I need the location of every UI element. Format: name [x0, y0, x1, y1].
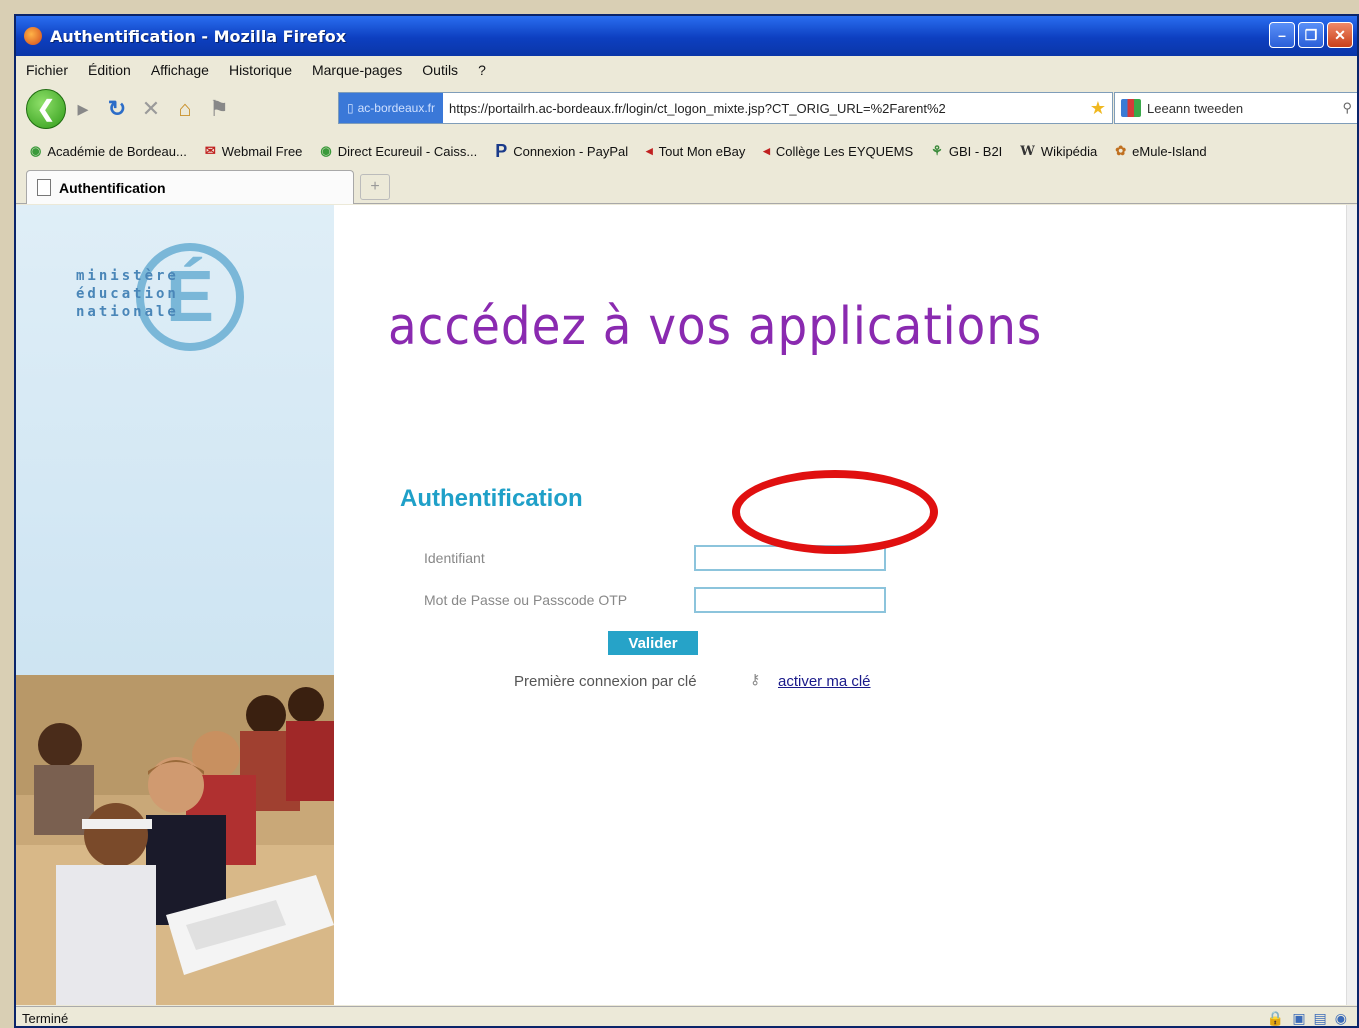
- document-icon: [37, 179, 51, 196]
- site-icon: ⚘: [931, 143, 943, 158]
- addon-icon[interactable]: ▣: [1292, 1010, 1305, 1026]
- tab-authentification[interactable]: Authentification: [26, 170, 354, 204]
- page-heading: accédez à vos applications: [388, 297, 1043, 357]
- bookmark-label: Direct Ecureuil - Caiss...: [337, 143, 478, 159]
- auth-section-title: Authentification: [400, 485, 583, 512]
- page-icon: ▯: [347, 101, 354, 115]
- first-connection-label: Première connexion par clé: [514, 673, 697, 690]
- site-icon: ◉: [30, 143, 42, 158]
- maximize-button[interactable]: ❐: [1298, 22, 1324, 48]
- bookmarks-toolbar: ◉ Académie de Bordeau... ✉ Webmail Free ◉ D…: [16, 136, 1357, 166]
- menu-historique[interactable]: Historique: [229, 62, 292, 78]
- red-highlight-circle: [732, 470, 938, 554]
- search-icon[interactable]: ⚲: [1342, 100, 1352, 116]
- ministry-logo-text: ministère éducation nationale: [76, 268, 179, 320]
- search-text[interactable]: Leeann tweeden: [1147, 101, 1243, 116]
- bookmark-item[interactable]: ✉ Webmail Free: [205, 143, 303, 159]
- login-form: Identifiant Mot de Passe ou Passcode OTP…: [396, 525, 916, 745]
- bookmark-label: Collège Les EYQUEMS: [775, 143, 914, 159]
- bookmark-item[interactable]: P Connexion - PayPal: [495, 141, 628, 162]
- site-identity-badge[interactable]: ▯ ac-bordeaux.fr: [339, 93, 443, 123]
- close-button[interactable]: ✕: [1327, 22, 1353, 48]
- emule-icon: ✿: [1115, 143, 1127, 158]
- bookmark-label: Académie de Bordeau...: [47, 143, 187, 159]
- home-icon[interactable]: ⌂: [168, 92, 202, 126]
- bookmark-item[interactable]: ◉ Direct Ecureuil - Caiss...: [320, 143, 477, 159]
- menu-bar: Fichier Édition Affichage Historique Mar…: [16, 56, 1357, 84]
- bookmark-label: eMule-Island: [1132, 143, 1207, 159]
- activate-key-link[interactable]: activer ma clé: [778, 673, 871, 690]
- minimize-button[interactable]: –: [1269, 22, 1295, 48]
- password-label: Mot de Passe ou Passcode OTP: [424, 592, 628, 608]
- star-icon[interactable]: ★: [1084, 98, 1112, 119]
- monitor-icon[interactable]: ▤: [1314, 1010, 1327, 1026]
- navigation-toolbar: ❮ ▸ ↻ ✕ ⌂ ⚑ ▯ ac-bordeaux.fr https://por…: [16, 86, 1357, 132]
- firefox-icon: [24, 27, 42, 45]
- lock-icon[interactable]: 🔒: [1267, 1010, 1284, 1026]
- status-text: Terminé: [22, 1011, 69, 1026]
- bookmark-item[interactable]: ⚘ GBI - B2I: [931, 143, 1002, 159]
- reload-icon[interactable]: ↻: [100, 92, 134, 126]
- left-panel: É ministère éducation nationale: [16, 205, 334, 1005]
- menu-fichier[interactable]: Fichier: [26, 62, 68, 78]
- vertical-scrollbar[interactable]: [1346, 205, 1357, 1005]
- stop-icon[interactable]: ✕: [134, 92, 168, 126]
- back-button[interactable]: ❮: [26, 89, 66, 129]
- title-bar: Authentification - Mozilla Firefox – ❐ ✕: [16, 16, 1357, 56]
- menu-help[interactable]: ?: [478, 62, 486, 78]
- forward-button[interactable]: ▸: [66, 92, 100, 126]
- site-badge-label: ac-bordeaux.fr: [357, 101, 435, 115]
- new-tab-button[interactable]: +: [360, 174, 390, 200]
- tab-label: Authentification: [59, 179, 166, 196]
- status-bar: Terminé 🔒 ▣ ▤ ◉: [16, 1006, 1357, 1026]
- site-icon: ◉: [320, 143, 332, 158]
- url-text[interactable]: https://portailrh.ac-bordeaux.fr/login/c…: [443, 101, 1084, 116]
- paypal-icon: P: [495, 140, 508, 161]
- menu-marque-pages[interactable]: Marque-pages: [312, 62, 402, 78]
- tab-bar: Authentification +: [16, 168, 1357, 204]
- menu-edition[interactable]: Édition: [88, 62, 131, 78]
- search-engine-icon[interactable]: [1121, 99, 1141, 117]
- bookmark-item[interactable]: ◂ Tout Mon eBay: [646, 143, 745, 159]
- identifiant-label: Identifiant: [424, 550, 485, 566]
- search-box[interactable]: Leeann tweeden ⚲: [1114, 92, 1357, 124]
- wikipedia-icon: W: [1020, 143, 1035, 159]
- window-title: Authentification - Mozilla Firefox: [50, 26, 347, 46]
- feed-icon: ◂: [646, 143, 653, 158]
- bookmark-label: Tout Mon eBay: [658, 143, 746, 159]
- bookmark-item[interactable]: ◉ Académie de Bordeau...: [30, 143, 187, 159]
- students-photo: [16, 675, 334, 1005]
- eye-icon[interactable]: ◉: [1335, 1010, 1347, 1026]
- bookmark-item[interactable]: W Wikipédia: [1020, 144, 1097, 159]
- page-content: É ministère éducation nationale accédez …: [16, 205, 1346, 1005]
- bookmark-label: Webmail Free: [221, 143, 303, 159]
- validate-button[interactable]: Valider: [608, 631, 698, 655]
- menu-outils[interactable]: Outils: [422, 62, 458, 78]
- password-input[interactable]: [694, 587, 886, 613]
- bookmark-label: Wikipédia: [1040, 143, 1098, 159]
- key-icon: ⚷: [750, 671, 761, 687]
- menu-affichage[interactable]: Affichage: [151, 62, 209, 78]
- feed-icon: ◂: [763, 143, 770, 158]
- bookmark-toolbar-icon[interactable]: ⚑: [202, 92, 236, 126]
- bookmark-label: Connexion - PayPal: [513, 143, 629, 159]
- bookmark-item[interactable]: ✿ eMule-Island: [1115, 143, 1206, 159]
- bookmark-item[interactable]: ◂ Collège Les EYQUEMS: [763, 143, 913, 159]
- url-bar[interactable]: ▯ ac-bordeaux.fr https://portailrh.ac-bo…: [338, 92, 1113, 124]
- browser-window: Authentification - Mozilla Firefox – ❐ ✕…: [14, 14, 1359, 1028]
- bookmark-label: GBI - B2I: [948, 143, 1003, 159]
- mail-icon: ✉: [204, 143, 216, 158]
